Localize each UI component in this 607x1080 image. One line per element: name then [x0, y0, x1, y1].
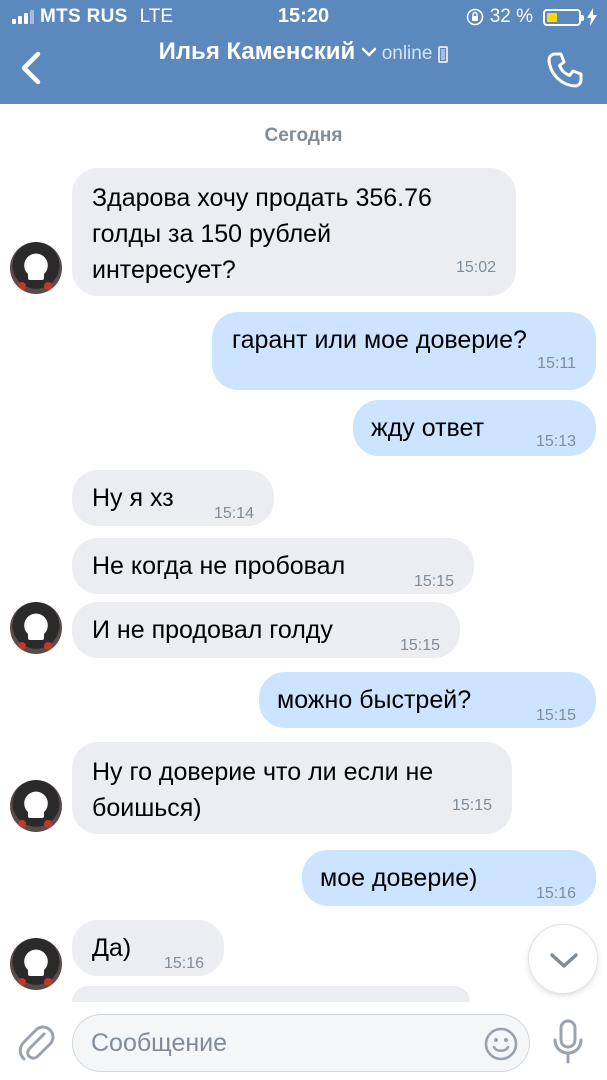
- message-time: 15:11: [537, 355, 576, 372]
- chat-header: MTS RUS LTE 15:20 32 % Илья Каменский on…: [0, 0, 607, 104]
- battery-icon: [543, 8, 584, 26]
- contact-title[interactable]: Илья Каменский: [159, 38, 378, 66]
- message-text: Здарова хочу продать 356.76: [92, 184, 432, 212]
- charging-icon: [587, 8, 597, 26]
- outgoing-message[interactable]: можно быстрей? 15:15: [259, 672, 596, 728]
- message-time: 15:16: [535, 885, 576, 902]
- message-text: можно быстрей?: [277, 686, 472, 714]
- chevron-down-icon: [362, 47, 377, 57]
- online-status: online: [381, 43, 433, 64]
- message-field[interactable]: [72, 1014, 530, 1072]
- call-button[interactable]: [543, 48, 587, 92]
- message-text: гарант или мое доверие?: [232, 326, 527, 354]
- chevron-down-icon: [550, 953, 578, 968]
- message-time: 15:15: [451, 797, 492, 814]
- scroll-down-button[interactable]: [528, 924, 598, 994]
- avatar[interactable]: [10, 780, 62, 832]
- outgoing-message[interactable]: мое доверие) 15:16: [302, 850, 596, 906]
- incoming-message[interactable]: Ну го доверие что ли если не боишься) 15…: [72, 742, 512, 834]
- message-text: боишься): [92, 794, 202, 822]
- message-text: Ну го доверие что ли если не: [92, 758, 434, 786]
- status-right: 32 %: [466, 6, 597, 28]
- outgoing-message[interactable]: гарант или мое доверие? 15:11: [212, 312, 596, 390]
- message-time: 15:16: [163, 955, 204, 972]
- avatar[interactable]: [10, 242, 62, 294]
- message-input-bar: [0, 1002, 607, 1080]
- attach-button[interactable]: [16, 1020, 56, 1064]
- paperclip-icon: [18, 1025, 55, 1061]
- contact-status: online: [382, 43, 449, 65]
- contact-info[interactable]: Илья Каменский online: [0, 38, 607, 66]
- message-time: 15:02: [455, 259, 496, 276]
- contact-name: Илья Каменский: [158, 38, 356, 65]
- date-separator: Сегодня: [264, 125, 343, 146]
- message-text: голды за 150 рублей: [92, 220, 332, 248]
- outgoing-message[interactable]: жду ответ 15:13: [353, 400, 596, 456]
- incoming-message[interactable]: Ну я хз 15:14: [72, 470, 274, 526]
- orientation-lock-icon: [466, 8, 483, 26]
- voice-message-button[interactable]: [548, 1018, 588, 1066]
- emoji-button[interactable]: [483, 1026, 519, 1062]
- message-time: 15:15: [413, 573, 454, 590]
- message-text: интересует?: [92, 256, 236, 284]
- message-time: 15:14: [213, 505, 254, 522]
- status-bar: MTS RUS LTE 15:20 32 %: [0, 0, 607, 34]
- avatar[interactable]: [10, 938, 62, 990]
- incoming-message[interactable]: Не когда не пробовал 15:15: [72, 538, 474, 594]
- message-text: Не когда не пробовал: [92, 552, 346, 580]
- incoming-message[interactable]: [72, 986, 470, 1002]
- mobile-icon: [438, 45, 449, 63]
- battery-percent: 32 %: [489, 6, 533, 27]
- microphone-icon: [553, 1019, 583, 1064]
- incoming-message[interactable]: Здарова хочу продать 356.76 голды за 150…: [72, 168, 516, 296]
- message-time: 15:15: [399, 637, 440, 654]
- message-time: 15:13: [535, 433, 576, 450]
- message-input[interactable]: [91, 1015, 471, 1071]
- message-text: И не продовал голду: [92, 616, 333, 644]
- phone-icon: [547, 52, 583, 88]
- smile-icon: [484, 1027, 518, 1061]
- avatar[interactable]: [10, 602, 62, 654]
- message-time: 15:15: [535, 707, 576, 724]
- incoming-message[interactable]: Да) 15:16: [72, 920, 224, 976]
- incoming-message[interactable]: И не продовал голду 15:15: [72, 602, 460, 658]
